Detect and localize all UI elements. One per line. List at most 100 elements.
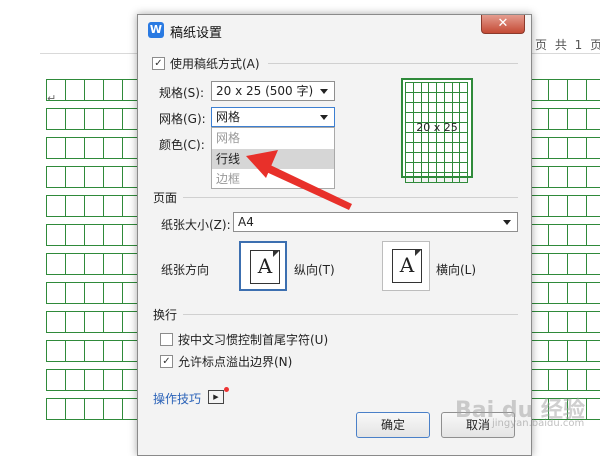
grid-cell	[548, 137, 568, 159]
grid-select[interactable]: 网格	[211, 107, 335, 127]
grid-cell	[65, 79, 85, 101]
grid-cell	[84, 195, 104, 217]
chevron-down-icon	[503, 220, 511, 225]
grid-cell	[65, 166, 85, 188]
grid-row	[46, 282, 142, 304]
wps-app-icon: W	[148, 22, 164, 38]
grid-cell	[103, 340, 123, 362]
grid-cell	[548, 282, 568, 304]
tips-link[interactable]: 操作技巧	[153, 390, 201, 407]
grid-cell	[103, 195, 123, 217]
grid-cell	[567, 311, 587, 333]
color-label: 颜色(C):	[159, 138, 205, 152]
grid-cell	[529, 282, 549, 304]
grid-cell	[46, 282, 66, 304]
grid-row	[529, 195, 600, 217]
grid-row	[529, 340, 600, 362]
grid-cell	[529, 369, 549, 391]
grid-cell	[586, 311, 600, 333]
grid-cell	[46, 340, 66, 362]
portrait-button[interactable]: A	[239, 241, 287, 291]
grid-option-border[interactable]: 边框	[212, 169, 334, 189]
grid-cell	[84, 166, 104, 188]
page-info: 页 共 1 页	[535, 38, 600, 52]
grid-cell	[529, 311, 549, 333]
grid-cell	[84, 398, 104, 420]
grid-row	[46, 398, 142, 420]
manuscript-grid-right	[529, 79, 600, 428]
grid-cell	[529, 195, 549, 217]
chevron-down-icon	[320, 115, 328, 120]
spec-select[interactable]: 20 x 25 (500 字)	[211, 81, 335, 101]
portrait-label: 纵向(T)	[294, 263, 335, 277]
baidu-watermark-url: jingyan.baidu.com	[492, 418, 585, 429]
grid-cell	[567, 166, 587, 188]
grid-cell	[65, 369, 85, 391]
grid-cell	[103, 108, 123, 130]
grid-cell	[84, 282, 104, 304]
grid-label: 网格(G):	[159, 112, 206, 126]
grid-cell	[46, 195, 66, 217]
grid-row	[46, 108, 142, 130]
chinese-control-checkbox[interactable]	[160, 333, 173, 346]
grid-cell	[84, 108, 104, 130]
wrap-section-title: 换行	[153, 308, 178, 322]
grid-cell	[548, 224, 568, 246]
grid-cell	[529, 253, 549, 275]
paper-size-select[interactable]: A4	[233, 212, 518, 232]
orientation-label: 纸张方向	[161, 263, 210, 277]
allow-punctuation-checkbox[interactable]: ✓	[160, 355, 173, 368]
grid-cell	[567, 282, 587, 304]
grid-cell	[586, 195, 600, 217]
grid-cell	[103, 79, 123, 101]
grid-option-lines[interactable]: 行线	[212, 149, 334, 169]
grid-cell	[84, 369, 104, 391]
grid-cell	[46, 224, 66, 246]
grid-cell	[84, 79, 104, 101]
spec-label: 规格(S):	[159, 86, 205, 100]
ok-button[interactable]: 确定	[356, 412, 430, 438]
grid-cell	[586, 282, 600, 304]
grid-row	[529, 311, 600, 333]
grid-row	[529, 369, 600, 391]
grid-cell	[567, 340, 587, 362]
grid-row	[529, 108, 600, 130]
grid-cell	[65, 398, 85, 420]
grid-cell	[586, 79, 600, 101]
grid-cell	[84, 311, 104, 333]
grid-option-grid[interactable]: 网格	[212, 128, 334, 148]
grid-cell	[103, 311, 123, 333]
grid-cell	[103, 398, 123, 420]
close-button[interactable]: ✕	[481, 15, 525, 34]
allow-punctuation-label: 允许标点溢出边界(N)	[178, 355, 293, 369]
grid-cell	[65, 253, 85, 275]
portrait-page-icon: A	[250, 250, 280, 284]
grid-cell	[65, 195, 85, 217]
grid-cell	[548, 79, 568, 101]
dialog-title: 稿纸设置	[170, 26, 223, 41]
grid-cell	[548, 340, 568, 362]
title-bar[interactable]: W 稿纸设置 ✕	[138, 15, 531, 45]
grid-cell	[548, 108, 568, 130]
video-tips-icon[interactable]: ▶	[208, 390, 224, 404]
use-manuscript-checkbox[interactable]: ✓	[152, 57, 165, 70]
grid-cell	[567, 137, 587, 159]
grid-cell	[84, 340, 104, 362]
grid-cell	[103, 224, 123, 246]
grid-row	[46, 79, 142, 101]
grid-cell	[84, 224, 104, 246]
divider	[268, 63, 518, 64]
grid-row	[46, 224, 142, 246]
grid-cell	[567, 195, 587, 217]
grid-cell	[567, 108, 587, 130]
grid-cell	[65, 137, 85, 159]
landscape-button[interactable]: A	[382, 241, 430, 291]
manuscript-settings-dialog: W 稿纸设置 ✕ ✓ 使用稿纸方式(A) 规格(S): 20 x 25 (500…	[137, 14, 532, 456]
grid-cell	[548, 253, 568, 275]
chevron-down-icon	[320, 89, 328, 94]
use-manuscript-label: 使用稿纸方式(A)	[170, 57, 260, 71]
grid-cell	[46, 369, 66, 391]
grid-cell	[586, 224, 600, 246]
grid-cell	[567, 79, 587, 101]
grid-cell	[567, 253, 587, 275]
